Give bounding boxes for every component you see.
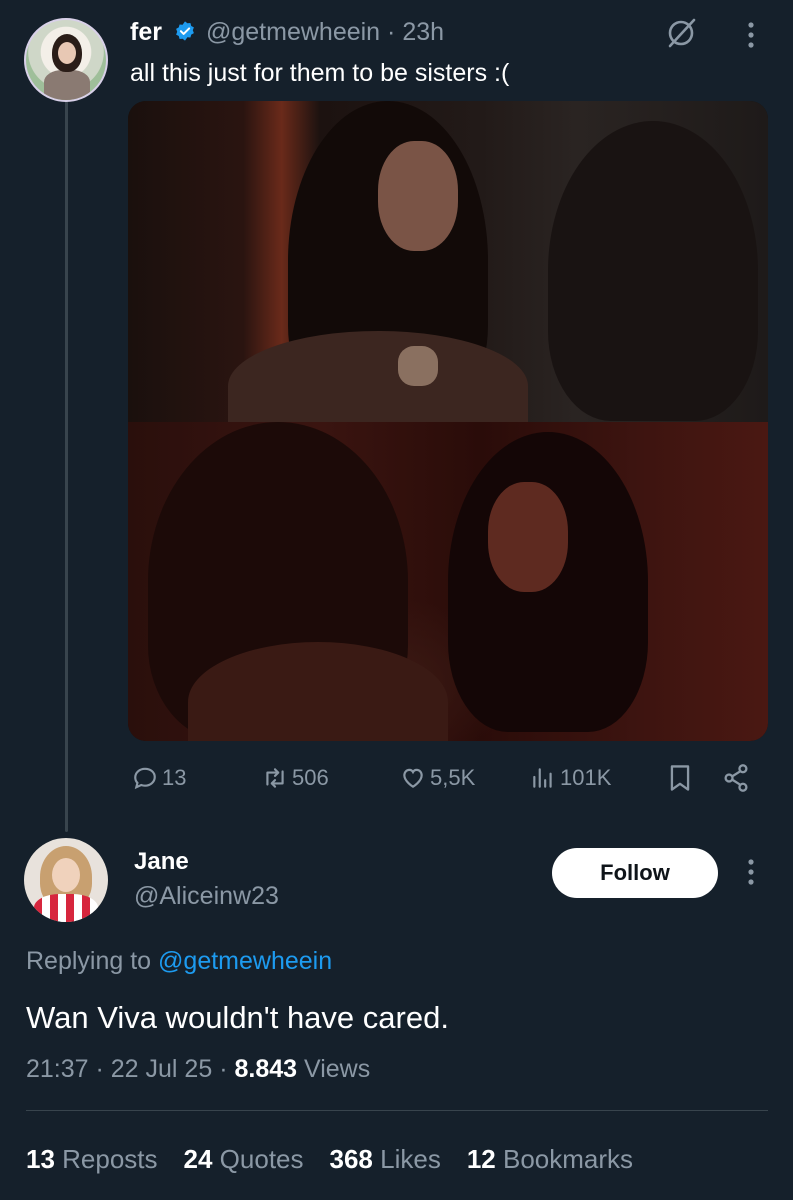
views-icon xyxy=(533,768,552,788)
tweet-media[interactable] xyxy=(128,101,768,741)
replying-to: Replying to @getmewheein xyxy=(26,944,332,978)
more-icon[interactable] xyxy=(744,857,758,887)
stat-reposts[interactable]: 13 Reposts xyxy=(26,1141,158,1177)
more-icon[interactable] xyxy=(744,20,758,50)
stat-quotes[interactable]: 24 Quotes xyxy=(184,1141,304,1177)
views-action[interactable]: 101K xyxy=(530,761,611,795)
grok-icon[interactable] xyxy=(664,16,698,50)
repost-action[interactable]: 506 xyxy=(262,761,329,795)
reply-icon xyxy=(134,767,156,790)
display-name[interactable]: Jane xyxy=(134,846,189,878)
handle[interactable]: @getmewheein xyxy=(206,18,380,46)
avatar[interactable] xyxy=(24,18,108,102)
timestamp[interactable]: 23h xyxy=(402,18,444,46)
replying-to-prefix: Replying to xyxy=(26,947,152,975)
bookmark-icon[interactable] xyxy=(666,763,694,793)
like-action[interactable]: 5,5K xyxy=(400,761,475,795)
repost-count: 506 xyxy=(292,765,329,790)
share-icon[interactable] xyxy=(722,763,750,793)
like-icon xyxy=(403,768,423,788)
thread-line xyxy=(65,100,68,832)
follow-button[interactable]: Follow xyxy=(552,848,718,898)
repost-icon xyxy=(266,768,284,788)
reply-action[interactable]: 13 xyxy=(132,761,186,795)
avatar[interactable] xyxy=(24,838,108,922)
verified-badge-icon xyxy=(176,21,194,41)
display-name[interactable]: fer xyxy=(130,16,162,48)
divider xyxy=(26,1110,768,1111)
media-image[interactable] xyxy=(128,422,768,741)
tweet-text: all this just for them to be sisters :( xyxy=(130,59,510,87)
stat-likes[interactable]: 368 Likes xyxy=(330,1141,441,1177)
timestamp[interactable]: 21:37 · 22 Jul 25 · xyxy=(26,1055,234,1083)
reply-text: Wan Viva wouldn't have cared. xyxy=(26,1000,449,1035)
reply-count: 13 xyxy=(162,765,187,790)
tweet-meta: 21:37 · 22 Jul 25 · 8.843 Views xyxy=(26,1052,370,1086)
views-count: 101K xyxy=(560,765,612,790)
replying-to-link[interactable]: @getmewheein xyxy=(158,947,332,975)
views-label: Views xyxy=(297,1055,371,1083)
stat-bookmarks[interactable]: 12 Bookmarks xyxy=(467,1141,633,1177)
like-count: 5,5K xyxy=(430,765,476,790)
media-image[interactable] xyxy=(128,101,768,441)
views-count: 8.843 xyxy=(234,1055,298,1083)
handle-and-time[interactable]: @getmewheein · 23h xyxy=(206,16,444,48)
handle[interactable]: @Aliceinw23 xyxy=(134,880,279,912)
engagement-stats: 13 Reposts 24 Quotes 368 Likes 12 Bookma… xyxy=(26,1141,659,1177)
